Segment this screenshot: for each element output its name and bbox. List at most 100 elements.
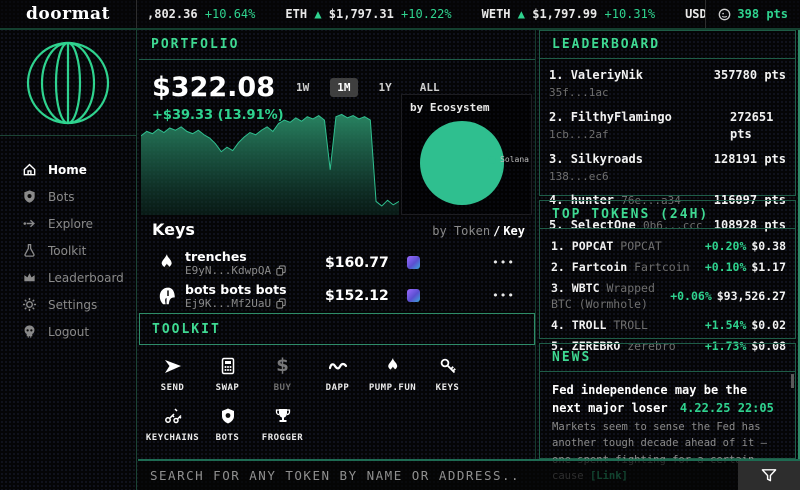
points-value: 398 pts [737, 7, 788, 21]
tab-1w[interactable]: 1W [289, 78, 316, 97]
search-bar [138, 459, 800, 490]
ticker-item: ,802.36 +10.64% [147, 7, 255, 21]
sidebar-item-settings[interactable]: Settings [22, 291, 136, 318]
toolkit-panel: TOOLKIT SEND SWAP $ BUY [139, 313, 536, 459]
solana-legend-label: Solana [500, 155, 529, 164]
token-row[interactable]: 1. POPCAT POPCAT +0.20%$0.38 [551, 238, 786, 254]
crown-icon [22, 270, 37, 285]
sidebar-item-explore[interactable]: Explore [22, 210, 136, 237]
copy-icon[interactable] [276, 298, 286, 309]
tool-buy[interactable]: $ BUY [255, 357, 310, 393]
ticker-item: WETH ▲ $1,797.99 +10.31% [482, 7, 655, 21]
leaderboard-points: 128191 pts [714, 151, 786, 186]
sidebar-menu: Home Bots Explore Toolkit [0, 136, 136, 345]
dollar-icon: $ [276, 357, 289, 375]
ecosystem-chart-box: by Ecosystem Solana [401, 94, 532, 215]
price-ticker: ,802.36 +10.64% ETH ▲ $1,797.31 +10.22% … [137, 0, 705, 28]
top-tokens-header: TOP TOKENS (24H) [540, 201, 795, 229]
solana-token-icon [407, 289, 420, 302]
tab-1m[interactable]: 1M [330, 78, 357, 97]
key-address: Ej9K...Mf2UaU [185, 297, 271, 310]
points-badge[interactable]: 398 pts [705, 0, 800, 28]
key-options-button[interactable]: ••• [492, 256, 515, 269]
portfolio-balance: $322.08 [152, 72, 275, 103]
tool-bots[interactable]: BOTS [200, 407, 255, 443]
filter-button[interactable] [738, 461, 800, 490]
key-name: trenches [185, 249, 325, 264]
news-panel: NEWS Fed independence may be the next ma… [539, 343, 796, 459]
tool-keys[interactable]: KEYS [420, 357, 475, 393]
pump-flame-icon [384, 357, 402, 375]
news-scrollbar[interactable] [791, 374, 794, 388]
leaderboard-points: 357780 pts [714, 67, 786, 102]
key-name: bots bots bots [185, 282, 325, 297]
news-title: NEWS [552, 350, 591, 365]
key-row[interactable]: bots bots bots Ej9K...Mf2UaU $152.12 ••• [149, 279, 527, 312]
leaderboard-header: LEADERBOARD [540, 31, 795, 59]
send-icon [164, 357, 182, 375]
tool-dapp[interactable]: DAPP [310, 357, 365, 393]
sidebar-item-toolkit[interactable]: Toolkit [22, 237, 136, 264]
skull-icon [22, 324, 37, 339]
keys-header: Keys by Token/Key [152, 220, 525, 239]
globe-logo-box [0, 30, 136, 136]
filter-funnel-icon [761, 468, 777, 483]
up-arrow-icon: ▲ [314, 7, 321, 21]
flame-icon [157, 253, 177, 273]
portfolio-area-chart [141, 102, 399, 215]
flask-icon [22, 243, 37, 258]
explore-arrow-icon [22, 216, 37, 231]
key-icon [439, 357, 457, 375]
token-row[interactable]: 3. WBTC Wrapped BTC (Wormhole) +0.06%$93… [551, 280, 786, 312]
toolkit-grid: SEND SWAP $ BUY DAPP [139, 345, 535, 457]
squiggle-icon [328, 357, 348, 375]
news-timestamp: 4.22.25 22:05 [680, 401, 774, 415]
keychain-icon [163, 407, 183, 425]
tool-keychains[interactable]: KEYCHAINS [145, 407, 200, 443]
sidebar-item-leaderboard[interactable]: Leaderboard [22, 264, 136, 291]
sidebar-item-home[interactable]: Home [22, 156, 136, 183]
keys-list: trenches E9yN...KdwpQA $160.77 ••• [149, 246, 527, 312]
gear-icon [22, 297, 37, 312]
calculator-icon [219, 357, 237, 375]
key-options-button[interactable]: ••• [492, 289, 515, 302]
leaderboard-row[interactable]: 1. ValeriyNik 35f...1ac 357780 pts [549, 67, 786, 102]
search-input[interactable] [138, 468, 738, 483]
leaderboard-row[interactable]: 3. Silkyroads 138...ec6 128191 pts [549, 151, 786, 186]
tab-1y[interactable]: 1Y [372, 78, 399, 97]
portfolio-panel: PORTFOLIO $322.08 +$39.33 (13.91%) 1W 1M… [139, 30, 536, 313]
portfolio-header: PORTFOLIO [139, 30, 535, 60]
tool-send[interactable]: SEND [145, 357, 200, 393]
sidebar-item-label: Settings [48, 298, 97, 312]
points-coin-icon [718, 8, 731, 21]
copy-icon[interactable] [276, 265, 286, 276]
ecosystem-label: by Ecosystem [410, 101, 489, 114]
ticker-item: USDC 0 $1.00 0 [685, 7, 705, 21]
topbar: doormat ,802.36 +10.64% ETH ▲ $1,797.31 … [0, 0, 800, 30]
sidebar-item-label: Bots [48, 190, 75, 204]
solana-token-icon [407, 256, 420, 269]
sidebar-item-logout[interactable]: Logout [22, 318, 136, 345]
logo-box[interactable]: doormat [0, 0, 137, 28]
ticker-item: ETH ▲ $1,797.31 +10.22% [285, 7, 451, 21]
tool-frogger[interactable]: FROGGER [255, 407, 310, 443]
news-header: NEWS [540, 344, 795, 372]
sidebar-item-label: Home [48, 163, 87, 177]
ecosystem-legend: Solana [488, 155, 529, 164]
sidebar-item-label: Logout [48, 325, 89, 339]
leaderboard-row[interactable]: 2. FilthyFlamingo 1cb...2af 272651 pts [549, 109, 786, 144]
sidebar-item-bots[interactable]: Bots [22, 183, 136, 210]
toolkit-title: TOOLKIT [152, 322, 221, 337]
home-icon [22, 162, 37, 177]
tool-swap[interactable]: SWAP [200, 357, 255, 393]
shield-icon [219, 407, 237, 425]
top-tokens-panel: TOP TOKENS (24H) 1. POPCAT POPCAT +0.20%… [539, 200, 796, 339]
token-row[interactable]: 4. TROLL TROLL +1.54%$0.02 [551, 317, 786, 333]
tool-pumpfun[interactable]: PUMP.FUN [365, 357, 420, 393]
token-row[interactable]: 2. Fartcoin Fartcoin +0.10%$1.17 [551, 259, 786, 275]
key-row[interactable]: trenches E9yN...KdwpQA $160.77 ••• [149, 246, 527, 279]
app-logo: doormat [26, 4, 110, 24]
token-key-toggle[interactable]: by Token/Key [432, 224, 525, 238]
toolkit-header: TOOLKIT [139, 313, 535, 345]
sidebar-item-label: Leaderboard [48, 271, 124, 285]
